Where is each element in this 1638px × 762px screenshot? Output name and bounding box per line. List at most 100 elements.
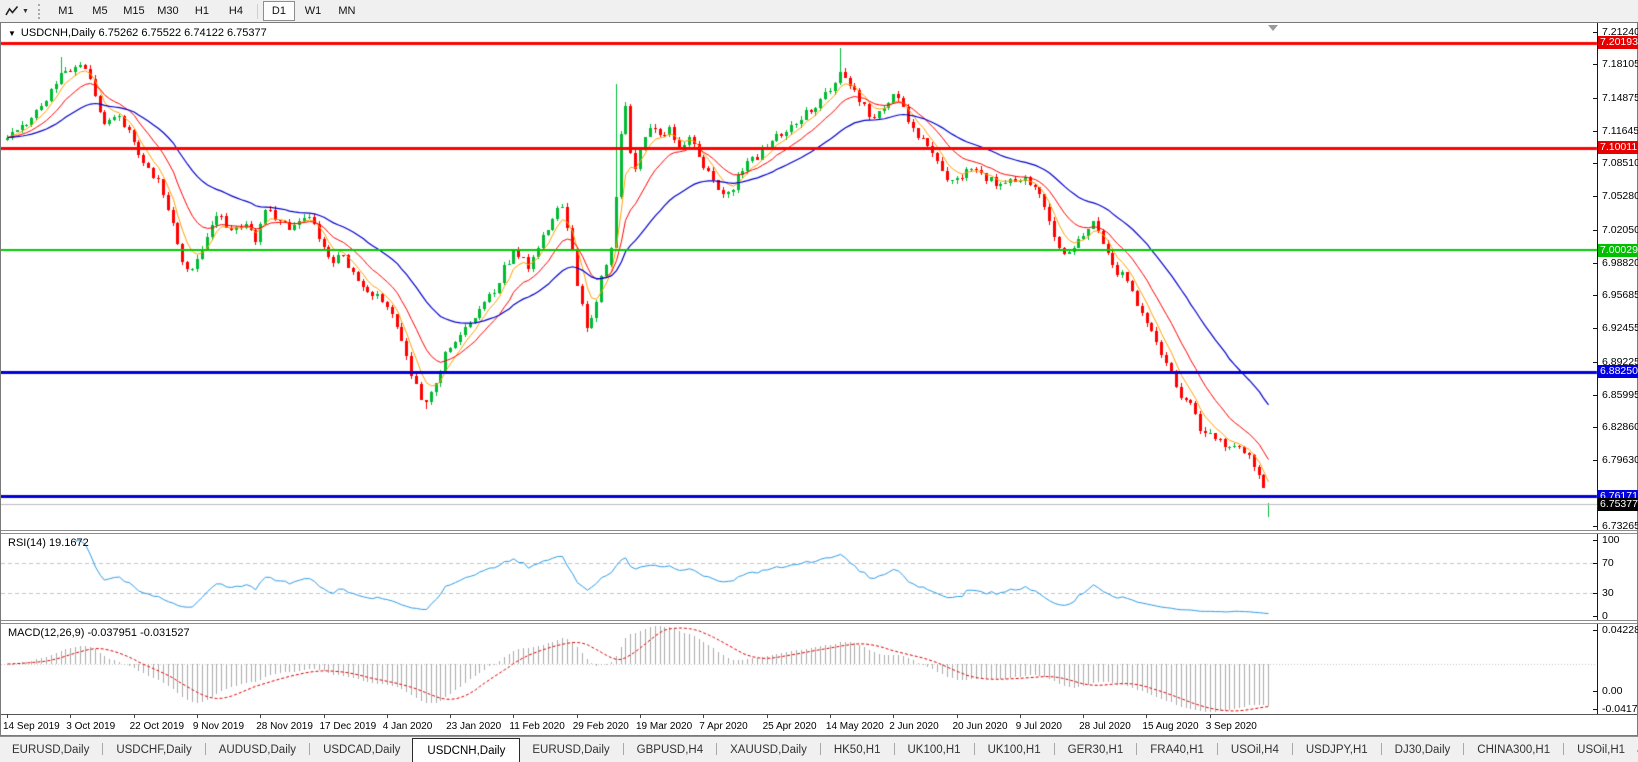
chart-area: ▼USDCNH,Daily 6.75262 6.75522 6.74122 6.… (0, 22, 1638, 736)
tab-separator (205, 743, 206, 755)
pane-splitter[interactable] (1, 530, 1637, 534)
rsi-axis-label: 100 (1602, 534, 1620, 546)
rsi-axis-label: 30 (1602, 587, 1614, 599)
price-axis-label: 7.14875 (1602, 92, 1638, 104)
timeframe-toolbar: ▼ M1M5M15M30H1H4 D1W1MN (0, 0, 1638, 23)
tab-usdchf-daily[interactable]: USDCHF,Daily (104, 739, 203, 762)
macd-canvas[interactable] (1, 624, 1601, 714)
tab-eurusd-daily[interactable]: EURUSD,Daily (520, 739, 621, 762)
time-axis-label: 25 Apr 2020 (763, 721, 817, 732)
time-axis-label: 9 Nov 2019 (193, 721, 244, 732)
tab-uk100-h1[interactable]: UK100,H1 (896, 739, 973, 762)
timeframe-w1[interactable]: W1 (297, 1, 329, 21)
tab-separator (1054, 743, 1055, 755)
timeframe-m15[interactable]: M15 (118, 1, 150, 21)
time-axis-tick (513, 714, 514, 718)
toolbar-grip[interactable] (38, 4, 42, 19)
macd-axis-label: 0.00 (1602, 685, 1622, 697)
tab-dj30-daily[interactable]: DJ30,Daily (1383, 739, 1463, 762)
tab-china300-h1[interactable]: CHINA300,H1 (1465, 739, 1562, 762)
price-axis-tick (1593, 98, 1597, 99)
time-axis-tick (1146, 714, 1147, 718)
time-axis-label: 28 Jul 2020 (1079, 721, 1131, 732)
tab-separator (974, 743, 975, 755)
price-axis-label: 6.95685 (1602, 289, 1638, 301)
time-axis-tick (450, 714, 451, 718)
price-axis-label: 6.92455 (1602, 322, 1638, 334)
tab-usoil-h1[interactable]: USOil,H1 (1565, 739, 1637, 762)
timeframe-h1[interactable]: H1 (186, 1, 218, 21)
time-axis-label: 15 Aug 2020 (1142, 721, 1198, 732)
chart-shift-marker-icon[interactable] (1268, 25, 1278, 31)
chart-title: ▼USDCNH,Daily 6.75262 6.75522 6.74122 6.… (8, 27, 267, 39)
time-axis-tick (640, 714, 641, 718)
timeframe-d1[interactable]: D1 (263, 1, 295, 21)
price-axis-label: 7.05280 (1602, 190, 1638, 202)
rsi-canvas[interactable] (1, 534, 1601, 620)
tab-separator (1136, 743, 1137, 755)
chart-cursor-icon[interactable] (5, 5, 19, 18)
timeframe-mn[interactable]: MN (331, 1, 363, 21)
time-axis-label: 2 Jun 2020 (889, 721, 939, 732)
time-axis-border (1, 714, 1637, 715)
timeframe-m30[interactable]: M30 (152, 1, 184, 21)
price-axis-label: 7.18105 (1602, 58, 1638, 70)
price-badge: 7.10011 (1598, 141, 1638, 154)
main-chart-canvas[interactable] (1, 23, 1601, 530)
tab-fra40-h1[interactable]: FRA40,H1 (1138, 739, 1216, 762)
time-axis-label: 14 Sep 2019 (3, 721, 60, 732)
time-axis-tick (1020, 714, 1021, 718)
time-axis-label: 29 Feb 2020 (573, 721, 629, 732)
time-axis-label: 20 Jun 2020 (953, 721, 1008, 732)
rsi-axis-label: 70 (1602, 557, 1614, 569)
time-axis-label: 17 Dec 2019 (320, 721, 377, 732)
timeframe-m1[interactable]: M1 (50, 1, 82, 21)
timeframe-m5[interactable]: M5 (84, 1, 116, 21)
time-axis-tick (577, 714, 578, 718)
tab-hk50-h1[interactable]: HK50,H1 (822, 739, 893, 762)
chevron-down-icon[interactable]: ▼ (22, 8, 29, 15)
time-axis-label: 23 Jan 2020 (446, 721, 501, 732)
macd-label: MACD(12,26,9) -0.037951 -0.031527 (8, 627, 190, 639)
time-axis-label: 4 Jan 2020 (383, 721, 433, 732)
tab-usoil-h4[interactable]: USOil,H4 (1219, 739, 1291, 762)
tab-eurusd-daily[interactable]: EURUSD,Daily (0, 739, 101, 762)
pane-splitter[interactable] (1, 620, 1637, 624)
tab-ger30-h1[interactable]: GER30,H1 (1056, 739, 1136, 762)
time-axis-label: 28 Nov 2019 (256, 721, 313, 732)
tab-usdjpy-h1[interactable]: USDJPY,H1 (1294, 739, 1380, 762)
time-axis-tick (387, 714, 388, 718)
tab-separator (623, 743, 624, 755)
price-axis-label: 7.11645 (1602, 125, 1638, 137)
macd-axis-tick (1593, 630, 1597, 631)
rsi-axis-tick (1593, 563, 1597, 564)
tab-separator (309, 743, 310, 755)
time-axis-tick (70, 714, 71, 718)
price-axis-tick (1593, 362, 1597, 363)
time-axis-tick (703, 714, 704, 718)
tab-gbpusd-h4[interactable]: GBPUSD,H4 (625, 739, 715, 762)
price-badge: 6.88250 (1598, 365, 1638, 378)
price-axis-tick (1593, 64, 1597, 65)
time-axis-tick (893, 714, 894, 718)
price-axis-label: 6.82860 (1602, 421, 1638, 433)
time-axis-tick (7, 714, 8, 718)
tab-usdcnh-daily[interactable]: USDCNH,Daily (412, 738, 520, 762)
tab-separator (1292, 743, 1293, 755)
tab-xauusd-daily[interactable]: XAUUSD,Daily (718, 739, 819, 762)
time-axis-tick (134, 714, 135, 718)
chart-tabbar: EURUSD,DailyUSDCHF,DailyAUDUSD,DailyUSDC… (0, 736, 1638, 762)
timeframe-h4[interactable]: H4 (220, 1, 252, 21)
tab-uk100-h1[interactable]: UK100,H1 (976, 739, 1053, 762)
tab-audusd-daily[interactable]: AUDUSD,Daily (207, 739, 308, 762)
price-axis-tick (1593, 263, 1597, 264)
macd-axis-tick (1593, 709, 1597, 710)
price-axis-tick (1593, 131, 1597, 132)
time-axis-label: 9 Jul 2020 (1016, 721, 1062, 732)
rsi-axis-tick (1593, 540, 1597, 541)
tab-usdcad-daily[interactable]: USDCAD,Daily (311, 739, 412, 762)
collapse-triangle-icon[interactable]: ▼ (8, 29, 16, 38)
time-axis-tick (767, 714, 768, 718)
time-axis-label: 3 Oct 2019 (66, 721, 115, 732)
timeframe-group-divider (257, 4, 258, 19)
